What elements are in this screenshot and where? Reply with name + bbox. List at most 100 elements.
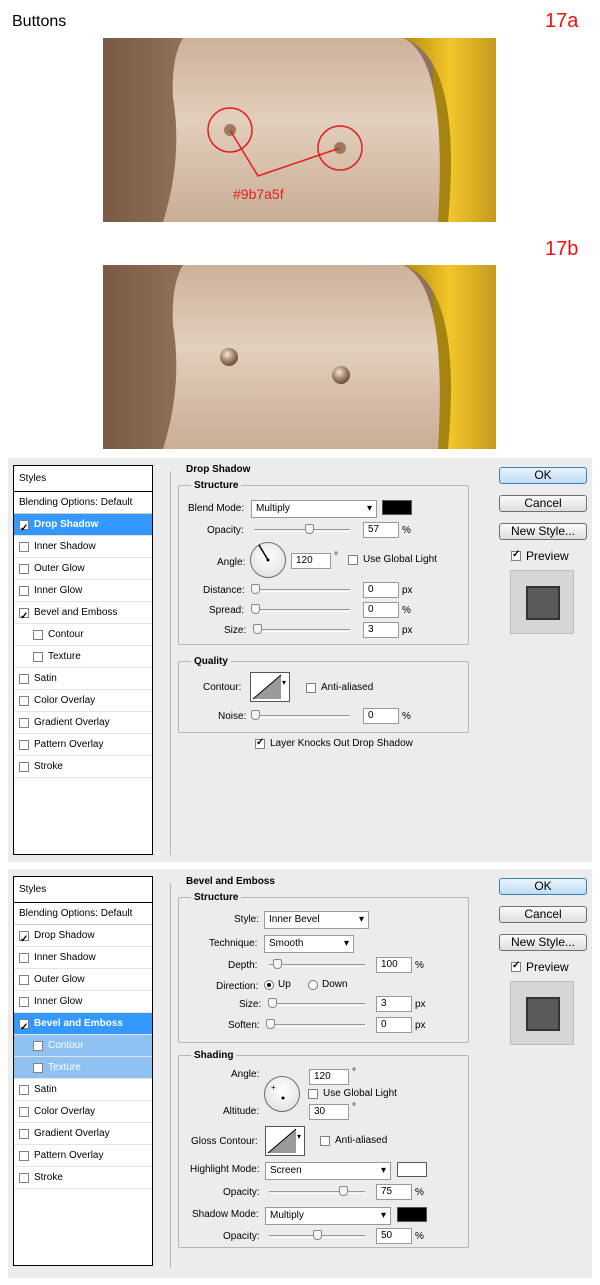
knockout-box[interactable]	[255, 737, 265, 749]
style-item-stroke[interactable]: Stroke	[14, 756, 152, 778]
depth-slider[interactable]	[269, 964, 365, 967]
style-item-pattern-overlay[interactable]: Pattern Overlay	[14, 734, 152, 756]
spread-input[interactable]: 0	[363, 602, 399, 618]
blending-options[interactable]: Blending Options: Default	[14, 492, 152, 514]
preview-box-check[interactable]	[511, 549, 521, 561]
highlight-mode-select[interactable]: Screen	[265, 1162, 391, 1180]
style-item-checkbox[interactable]	[19, 563, 29, 574]
shading-angle-input[interactable]: 120	[309, 1069, 349, 1085]
new-style-button[interactable]: New Style...	[499, 934, 587, 951]
spread-slider-thumb[interactable]	[251, 604, 260, 614]
size-slider-thumb[interactable]	[253, 624, 262, 634]
direction-down-radio[interactable]: Down	[308, 979, 348, 990]
style-item-texture[interactable]: Texture	[14, 646, 152, 668]
style-item-checkbox[interactable]	[19, 695, 29, 706]
style-item-checkbox[interactable]	[33, 651, 43, 662]
shadow-color-swatch[interactable]	[382, 500, 412, 515]
layer-knocks-out-checkbox[interactable]: Layer Knocks Out Drop Shadow	[255, 737, 413, 749]
distance-input[interactable]: 0	[363, 582, 399, 598]
highlight-opacity-input[interactable]: 75	[376, 1184, 412, 1200]
style-item-contour[interactable]: Contour	[14, 624, 152, 646]
cancel-button[interactable]: Cancel	[499, 495, 587, 512]
style-item-checkbox[interactable]	[19, 952, 29, 963]
preview-box-check[interactable]	[511, 960, 521, 972]
noise-slider[interactable]	[254, 715, 350, 718]
style-item-drop-shadow[interactable]: Drop Shadow	[14, 925, 152, 951]
style-item-checkbox[interactable]	[33, 629, 43, 640]
style-item-inner-shadow[interactable]: Inner Shadow	[14, 947, 152, 969]
soften-input[interactable]: 0	[376, 1017, 412, 1033]
blend-mode-select[interactable]: Multiply	[251, 500, 377, 518]
highlight-opacity-slider[interactable]	[269, 1191, 365, 1194]
style-item-contour[interactable]: Contour	[14, 1035, 152, 1057]
distance-slider[interactable]	[254, 589, 350, 592]
style-item-satin[interactable]: Satin	[14, 1079, 152, 1101]
shadow-opacity-thumb[interactable]	[313, 1230, 322, 1240]
noise-input[interactable]: 0	[363, 708, 399, 724]
style-item-inner-shadow[interactable]: Inner Shadow	[14, 536, 152, 558]
angle-input[interactable]: 120	[291, 553, 331, 569]
angle-altitude-dial[interactable]: +	[264, 1076, 300, 1112]
soften-slider-thumb[interactable]	[266, 1019, 275, 1029]
use-global-light-checkbox[interactable]: Use Global Light	[348, 554, 437, 565]
style-item-checkbox[interactable]	[19, 541, 29, 552]
style-item-checkbox[interactable]	[19, 1128, 29, 1139]
style-item-checkbox[interactable]	[19, 929, 29, 951]
depth-slider-thumb[interactable]	[273, 959, 282, 969]
noise-slider-thumb[interactable]	[251, 710, 260, 720]
anti-aliased-box[interactable]	[320, 1135, 330, 1146]
style-item-color-overlay[interactable]: Color Overlay	[14, 690, 152, 712]
style-item-outer-glow[interactable]: Outer Glow	[14, 558, 152, 580]
style-item-color-overlay[interactable]: Color Overlay	[14, 1101, 152, 1123]
shadow-mode-select[interactable]: Multiply	[265, 1207, 391, 1225]
soften-slider[interactable]	[269, 1024, 365, 1027]
size-input[interactable]: 3	[376, 996, 412, 1012]
style-item-checkbox[interactable]	[19, 974, 29, 985]
size-slider[interactable]	[254, 629, 350, 632]
style-item-checkbox[interactable]	[33, 1040, 43, 1051]
cancel-button[interactable]: Cancel	[499, 906, 587, 923]
gloss-contour-picker[interactable]: ▾	[265, 1126, 305, 1156]
styles-header[interactable]: Styles	[14, 877, 152, 903]
direction-down-dot[interactable]	[308, 979, 318, 990]
style-item-inner-glow[interactable]: Inner Glow	[14, 991, 152, 1013]
opacity-input[interactable]: 57	[363, 522, 399, 538]
shadow-opacity-input[interactable]: 50	[376, 1228, 412, 1244]
style-item-pattern-overlay[interactable]: Pattern Overlay	[14, 1145, 152, 1167]
style-item-checkbox[interactable]	[19, 1172, 29, 1183]
angle-dial[interactable]	[250, 542, 286, 578]
global-light-box[interactable]	[348, 554, 358, 565]
style-item-checkbox[interactable]	[19, 717, 29, 728]
style-item-gradient-overlay[interactable]: Gradient Overlay	[14, 712, 152, 734]
opacity-slider[interactable]	[254, 529, 350, 532]
style-item-checkbox[interactable]	[19, 761, 29, 772]
technique-select[interactable]: Smooth	[264, 935, 354, 953]
spread-slider[interactable]	[254, 609, 350, 612]
style-item-checkbox[interactable]	[19, 673, 29, 684]
size-slider-thumb[interactable]	[268, 998, 277, 1008]
direction-up-dot[interactable]	[264, 979, 274, 990]
style-item-bevel-and-emboss[interactable]: Bevel and Emboss	[14, 1013, 152, 1039]
style-item-inner-glow[interactable]: Inner Glow	[14, 580, 152, 602]
ok-button[interactable]: OK	[499, 878, 587, 895]
style-item-checkbox[interactable]	[19, 739, 29, 750]
highlight-color-swatch[interactable]	[397, 1162, 427, 1177]
distance-slider-thumb[interactable]	[251, 584, 260, 594]
style-item-checkbox[interactable]	[19, 518, 29, 540]
style-item-checkbox[interactable]	[33, 1062, 43, 1073]
altitude-input[interactable]: 30	[309, 1104, 349, 1120]
style-item-gradient-overlay[interactable]: Gradient Overlay	[14, 1123, 152, 1145]
style-item-stroke[interactable]: Stroke	[14, 1167, 152, 1189]
blending-options[interactable]: Blending Options: Default	[14, 903, 152, 925]
style-item-drop-shadow[interactable]: Drop Shadow	[14, 514, 152, 540]
new-style-button[interactable]: New Style...	[499, 523, 587, 540]
anti-aliased-checkbox[interactable]: Anti-aliased	[320, 1135, 387, 1146]
ok-button[interactable]: OK	[499, 467, 587, 484]
depth-input[interactable]: 100	[376, 957, 412, 973]
anti-aliased-checkbox[interactable]: Anti-aliased	[306, 682, 373, 693]
size-input[interactable]: 3	[363, 622, 399, 638]
anti-aliased-box[interactable]	[306, 682, 316, 693]
direction-up-radio[interactable]: Up	[264, 979, 291, 990]
style-item-checkbox[interactable]	[19, 1150, 29, 1161]
style-item-satin[interactable]: Satin	[14, 668, 152, 690]
